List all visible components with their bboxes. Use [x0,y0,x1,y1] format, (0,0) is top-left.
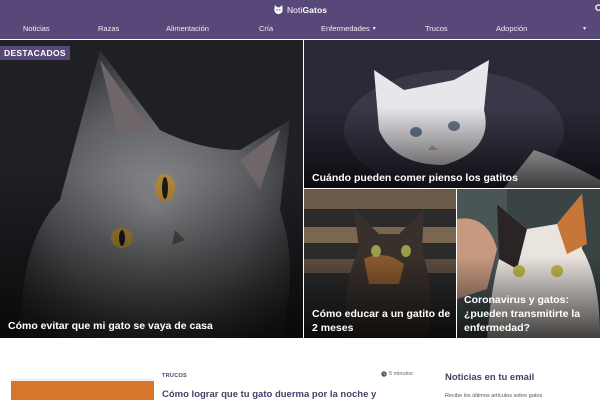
category-tag[interactable]: TRUCOS [162,373,187,379]
featured-title: Cómo educar a un gatito de 2 meses [312,308,451,334]
cat-logo-icon [274,4,283,15]
image-overlay [0,174,303,338]
nav-item-razas[interactable]: Razas [98,21,119,36]
nav-item-noticias[interactable]: Noticias [23,21,50,36]
nav-label: Enfermedades [321,24,370,33]
newsletter-title: Noticias en tu email [445,372,535,383]
nav-item-adopcion[interactable]: Adopción [496,21,527,36]
featured-article-bottom-left[interactable]: Cómo educar a un gatito de 2 meses [304,189,456,338]
nav-label: Noticias [23,24,50,33]
article-thumbnail[interactable] [11,378,154,400]
logo-text: NotiGatos [287,5,327,15]
nav-item-alimentacion[interactable]: Alimentación [166,21,209,36]
nav-label: Cría [259,24,274,33]
nav-label: Adopción [496,24,528,33]
nav-item-trucos[interactable]: Trucos [425,21,448,36]
nav-label: Alimentación [166,24,209,33]
read-time: 5 minutos [381,371,413,377]
featured-article-bottom-right[interactable]: Coronavirus y gatos: ¿pueden transmitirt… [457,189,600,338]
nav-label: Trucos [425,24,448,33]
site-header: NotiGatos Noticias Razas Alimentación Cr… [0,0,600,39]
nav-label: Razas [98,24,120,33]
newsletter-text: Recibe los últimos artículos sobre gatos [445,393,543,399]
article-title[interactable]: Cómo lograr que tu gato duerma por la no… [162,389,376,400]
clock-icon [381,371,387,377]
nav-more-button[interactable]: ▾ [580,21,586,36]
read-time-text: 5 minutos [389,371,413,377]
featured-title: Cuándo pueden comer pienso los gatitos [312,172,518,184]
featured-article-top-right[interactable]: Cuándo pueden comer pienso los gatitos [304,40,600,188]
chevron-down-icon: ▾ [372,26,376,32]
nav-item-cria[interactable]: Cría [259,21,273,36]
nav-item-enfermedades[interactable]: Enfermedades ▾ [321,21,376,36]
featured-badge: DESTACADOS [0,46,70,60]
logo-bold: Gatos [302,4,328,15]
search-icon[interactable] [595,4,600,13]
featured-title: Coronavirus y gatos: ¿pueden transmitirt… [464,294,581,334]
featured-article-main[interactable]: DESTACADOS Cómo evitar que mi gato se va… [0,40,303,338]
featured-title: Cómo evitar que mi gato se vaya de casa [8,320,213,332]
logo-prefix: Noti [286,4,303,15]
site-logo[interactable]: NotiGatos [0,2,600,17]
chevron-down-icon: ▾ [583,26,587,32]
main-nav: Noticias Razas Alimentación Cría Enferme… [0,21,600,36]
